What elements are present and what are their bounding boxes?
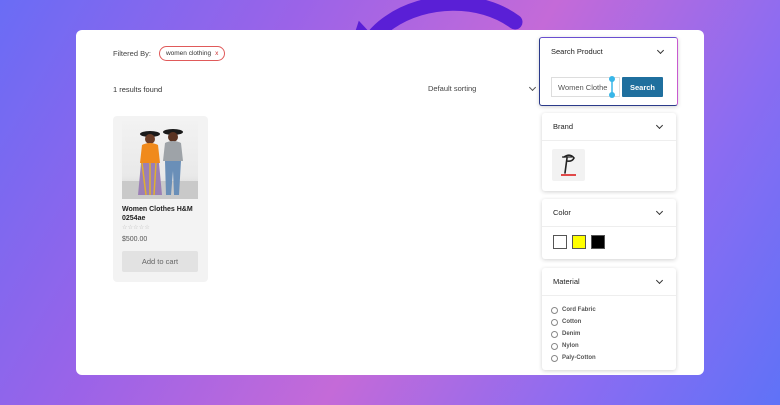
- search-widget-header[interactable]: Search Product: [551, 46, 666, 56]
- material-option-label: Nylon: [562, 343, 579, 349]
- divider: [542, 226, 676, 227]
- color-swatches: [553, 235, 605, 249]
- results-count: 1 results found: [113, 85, 163, 94]
- brand-logo[interactable]: [552, 149, 585, 181]
- material-option-label: Cord Fabric: [562, 307, 596, 313]
- material-option[interactable]: Denim: [551, 328, 596, 340]
- add-to-cart-button[interactable]: Add to cart: [122, 251, 198, 272]
- search-widget-title: Search Product: [551, 47, 603, 56]
- search-button[interactable]: Search: [622, 77, 663, 97]
- material-option[interactable]: Cotton: [551, 316, 596, 328]
- remove-filter-icon[interactable]: x: [215, 50, 218, 57]
- material-option[interactable]: Nylon: [551, 340, 596, 352]
- color-widget-header[interactable]: Color: [553, 207, 665, 217]
- chevron-down-icon[interactable]: [655, 207, 664, 215]
- color-swatch-black[interactable]: [591, 235, 605, 249]
- rating-stars: ☆☆☆☆☆: [122, 225, 150, 231]
- radio-button[interactable]: [551, 318, 558, 326]
- active-filters: Filtered By: women clothing x: [113, 46, 226, 61]
- sorting-selected: Default sorting: [428, 84, 477, 93]
- material-widget-header[interactable]: Material: [553, 276, 665, 286]
- material-options: Cord Fabric Cotton Denim Nylon Paly-Cott…: [551, 304, 596, 364]
- product-image[interactable]: [122, 121, 198, 199]
- product-photo: [122, 129, 198, 199]
- chevron-down-icon[interactable]: [655, 276, 664, 284]
- material-option[interactable]: Paly-Cotton: [551, 352, 596, 364]
- divider: [542, 140, 676, 141]
- material-widget-title: Material: [553, 277, 580, 286]
- material-option[interactable]: Cord Fabric: [551, 304, 596, 316]
- divider: [542, 295, 676, 296]
- filter-chip[interactable]: women clothing x: [158, 46, 226, 61]
- chevron-down-icon: [529, 83, 537, 91]
- filtered-by-label: Filtered By:: [113, 49, 151, 58]
- material-option-label: Paly-Cotton: [562, 355, 596, 361]
- material-option-label: Denim: [562, 331, 581, 337]
- filter-chip-label: women clothing: [165, 50, 212, 57]
- brand-widget-header[interactable]: Brand: [553, 121, 665, 131]
- color-widget: Color: [542, 199, 676, 259]
- product-name[interactable]: Women Clothes H&M 0254ae: [122, 205, 204, 223]
- material-option-label: Cotton: [562, 319, 582, 325]
- chevron-down-icon[interactable]: [656, 46, 665, 54]
- chevron-down-icon[interactable]: [655, 121, 664, 129]
- product-price: $500.00: [122, 236, 148, 243]
- radio-button[interactable]: [551, 306, 558, 314]
- sorting-dropdown[interactable]: Default sorting: [428, 83, 537, 93]
- text-cursor-icon: [609, 76, 615, 98]
- brand-widget-title: Brand: [553, 122, 574, 131]
- brand-logo-image: [561, 154, 576, 176]
- radio-button[interactable]: [551, 354, 558, 362]
- radio-button[interactable]: [551, 330, 558, 338]
- search-product-widget: Search Product Women Clothe Search: [539, 37, 678, 106]
- color-widget-title: Color: [553, 208, 571, 217]
- brand-widget: Brand: [542, 113, 676, 191]
- material-widget: Material Cord Fabric Cotton Denim Nylon …: [542, 268, 676, 370]
- color-swatch-yellow[interactable]: [572, 235, 586, 249]
- radio-button[interactable]: [551, 342, 558, 350]
- color-swatch-white[interactable]: [553, 235, 567, 249]
- product-card[interactable]: Women Clothes H&M 0254ae ☆☆☆☆☆ $500.00 A…: [113, 116, 208, 282]
